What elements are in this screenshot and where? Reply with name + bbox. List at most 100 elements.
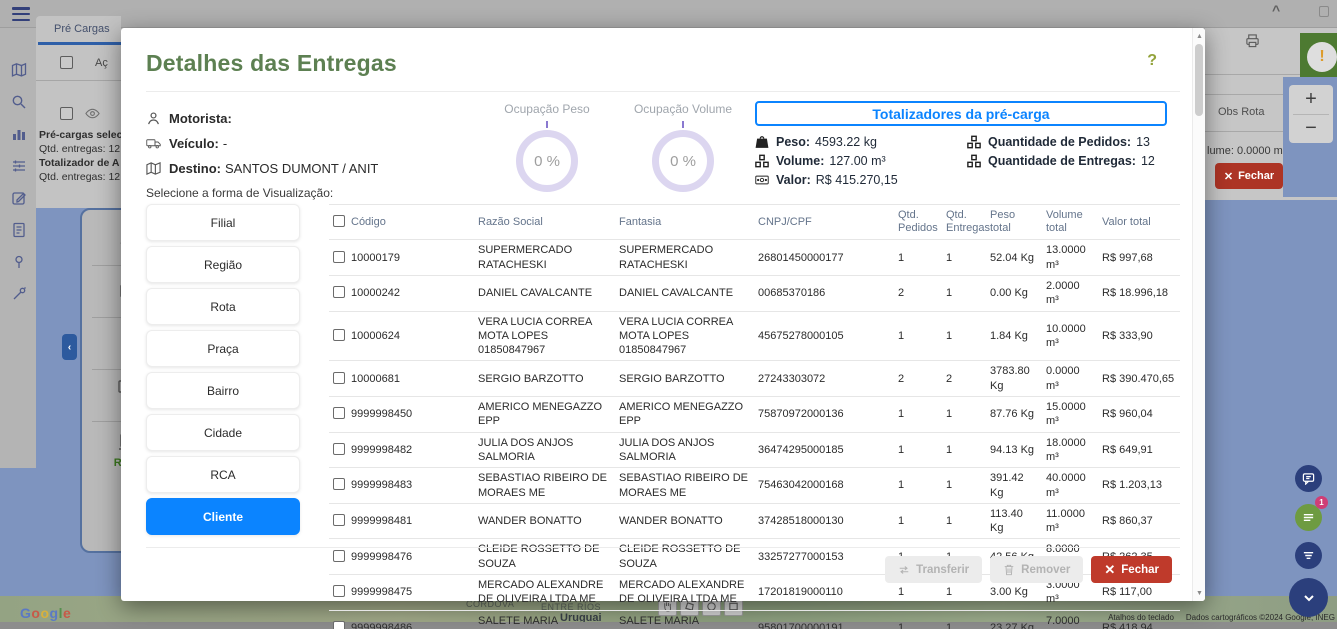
cell-codigo: 10000242 xyxy=(329,275,474,311)
row-checkbox[interactable] xyxy=(333,550,345,562)
search-icon[interactable] xyxy=(11,94,27,110)
cell-peso: 113.40 Kg xyxy=(986,503,1042,539)
destino-label: Destino: xyxy=(169,161,221,176)
select-all-checkbox[interactable] xyxy=(333,215,345,227)
table-row[interactable]: 9999998482JULIA DOS ANJOS SALMORIAJULIA … xyxy=(329,432,1180,468)
cell-volume: 15.0000 m³ xyxy=(1042,397,1098,433)
table-row[interactable]: 10000681SERGIO BARZOTTOSERGIO BARZOTTO27… xyxy=(329,361,1180,397)
bg-select-all-checkbox[interactable] xyxy=(60,56,73,69)
row-checkbox[interactable] xyxy=(333,407,345,419)
row-checkbox[interactable] xyxy=(333,514,345,526)
total-pedidos-value: 13 xyxy=(1136,135,1150,149)
row-checkbox[interactable] xyxy=(333,621,345,629)
chevron-down-icon xyxy=(1301,590,1317,606)
column-header: Peso total xyxy=(986,205,1042,240)
table-row[interactable]: 9999998483SEBASTIAO RIBEIRO DE MORAES ME… xyxy=(329,468,1180,504)
cell-cnpj: 33257277000153 xyxy=(754,539,894,575)
cell-volume: 0.0000 m³ xyxy=(1042,361,1098,397)
table-row[interactable]: 9999998450AMERICO MENEGAZZO EPPAMERICO M… xyxy=(329,397,1180,433)
row-checkbox[interactable] xyxy=(333,585,345,597)
filter-button[interactable] xyxy=(1295,542,1322,569)
modal-scrollbar[interactable]: ▲ ▼ xyxy=(1192,28,1205,601)
cubes-icon xyxy=(755,154,769,168)
panel-collapse-button[interactable]: ‹ xyxy=(62,334,77,360)
gauge-ocupacao-volume: Ocupação Volume 0 % xyxy=(618,102,748,192)
help-icon[interactable]: ? xyxy=(1147,52,1157,70)
document-icon[interactable] xyxy=(11,222,27,238)
scrollbar-thumb[interactable] xyxy=(1195,44,1203,116)
transferir-button[interactable]: Transferir xyxy=(885,556,982,583)
bg-fechar-button[interactable]: ✕ Fechar xyxy=(1215,163,1283,189)
tab-pre-cargas[interactable]: Pré Cargas xyxy=(54,23,110,35)
total-pedidos-row: Quantidade de Pedidos: 13 xyxy=(967,135,1155,149)
list-rows-icon[interactable] xyxy=(11,158,27,174)
bg-row-checkbox[interactable] xyxy=(60,107,73,120)
transfer-arrows-icon xyxy=(898,564,910,576)
tool-wand-icon[interactable] xyxy=(11,286,27,302)
cell-pedidos: 1 xyxy=(894,432,942,468)
scrollbar-down-arrow[interactable]: ▼ xyxy=(1193,586,1206,600)
cell-pedidos: 1 xyxy=(894,240,942,276)
close-x-icon: ✕ xyxy=(1104,563,1115,576)
alert-badge[interactable]: ! xyxy=(1307,42,1337,72)
total-peso-value: 4593.22 kg xyxy=(815,135,877,149)
modal-footer-buttons: Transferir Remover ✕ Fechar xyxy=(885,556,1172,583)
cell-razao: SALETE MARIA AGOSTINI MARTINS ME xyxy=(474,610,615,629)
fechar-button[interactable]: ✕ Fechar xyxy=(1091,556,1172,583)
cell-volume: 18.0000 m³ xyxy=(1042,432,1098,468)
cell-razao: SERGIO BARZOTTO xyxy=(474,361,615,397)
row-checkbox[interactable] xyxy=(333,251,345,263)
printer-icon[interactable] xyxy=(1245,33,1260,53)
view-button-filial[interactable]: Filial xyxy=(146,204,300,241)
row-checkbox[interactable] xyxy=(333,443,345,455)
table-row[interactable]: 9999998481WANDER BONATTOWANDER BONATTO37… xyxy=(329,503,1180,539)
cell-valor: R$ 390.470,65 xyxy=(1098,361,1180,397)
map-icon[interactable] xyxy=(11,62,27,78)
view-button-rca[interactable]: RCA xyxy=(146,456,300,493)
cell-volume: 11.0000 m³ xyxy=(1042,503,1098,539)
cell-fantasia: SEBASTIAO RIBEIRO DE MORAES ME xyxy=(615,468,754,504)
zoom-out-button[interactable]: − xyxy=(1289,115,1333,144)
cell-razao: AMERICO MENEGAZZO EPP xyxy=(474,397,615,433)
view-button-praca[interactable]: Praça xyxy=(146,330,300,367)
screen: ^ CÓRDOVA ENTRE RÍOS Uruguai Google Atal… xyxy=(0,0,1337,629)
edit-icon[interactable] xyxy=(11,190,27,206)
table-row[interactable]: 10000242DANIEL CAVALCANTEDANIEL CAVALCAN… xyxy=(329,275,1180,311)
cell-peso: 87.76 Kg xyxy=(986,397,1042,433)
cell-peso: 1.84 Kg xyxy=(986,311,1042,361)
chart-icon[interactable] xyxy=(11,126,27,142)
veiculo-row: Veículo: - xyxy=(146,131,476,156)
scroll-down-fab[interactable] xyxy=(1289,578,1328,617)
cubes-icon xyxy=(967,154,981,168)
row-checkbox[interactable] xyxy=(333,286,345,298)
row-checkbox[interactable] xyxy=(333,329,345,341)
hamburger-menu-icon[interactable] xyxy=(12,7,30,21)
table-row[interactable]: 10000624VERA LUCIA CORREA MOTA LOPES 018… xyxy=(329,311,1180,361)
remover-button[interactable]: Remover xyxy=(990,556,1083,583)
view-button-cliente[interactable]: Cliente xyxy=(146,498,300,535)
view-button-bairro[interactable]: Bairro xyxy=(146,372,300,409)
cell-fantasia: SERGIO BARZOTTO xyxy=(615,361,754,397)
total-valor-value: R$ 415.270,15 xyxy=(816,173,898,187)
row-checkbox[interactable] xyxy=(333,478,345,490)
view-button-cidade[interactable]: Cidade xyxy=(146,414,300,451)
cell-entregas: 1 xyxy=(942,503,986,539)
view-button-regiao[interactable]: Região xyxy=(146,246,300,283)
cell-codigo: 9999998450 xyxy=(329,397,474,433)
row-checkbox[interactable] xyxy=(333,372,345,384)
cell-codigo: 9999998476 xyxy=(329,539,474,575)
scrollbar-up-arrow[interactable]: ▲ xyxy=(1193,29,1206,43)
view-button-rota[interactable]: Rota xyxy=(146,288,300,325)
eye-icon[interactable] xyxy=(85,106,100,121)
zoom-in-button[interactable]: + xyxy=(1289,85,1333,114)
table-row[interactable]: 9999998486SALETE MARIA AGOSTINI MARTINS … xyxy=(329,610,1180,629)
chat-button[interactable] xyxy=(1295,465,1322,492)
totalizadores-panel: Totalizadores da pré-carga Peso: 4593.22… xyxy=(755,101,1167,187)
chevron-up-icon[interactable]: ^ xyxy=(1272,2,1280,18)
bg-totalizador-label: Totalizador de A xyxy=(39,156,121,170)
location-pin-icon[interactable] xyxy=(11,254,27,270)
gauge-volume-value: 0 % xyxy=(670,153,696,170)
cell-pedidos: 1 xyxy=(894,397,942,433)
table-row[interactable]: 10000179SUPERMERCADO RATACHESKISUPERMERC… xyxy=(329,240,1180,276)
cell-valor: R$ 333,90 xyxy=(1098,311,1180,361)
